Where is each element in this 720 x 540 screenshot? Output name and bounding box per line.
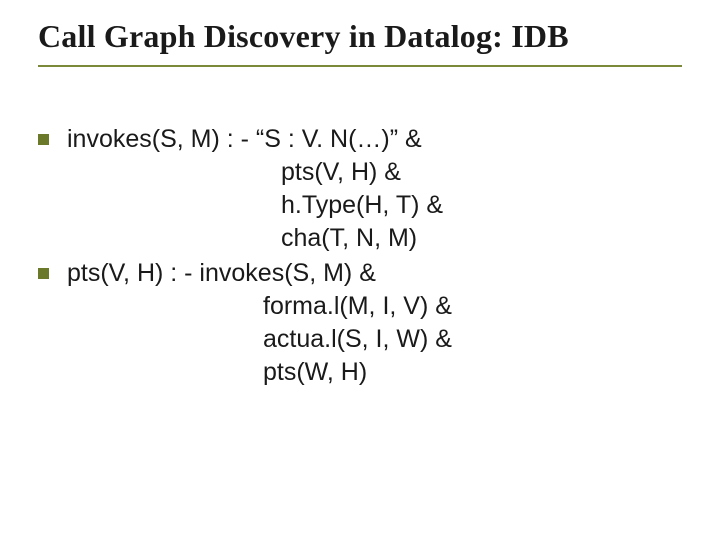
rule-line: forma.l(M, I, V) & <box>67 290 682 323</box>
bullet-text: invokes(S, M) : - “S : V. N(…)” & pts(V,… <box>67 123 682 255</box>
slide-title: Call Graph Discovery in Datalog: IDB <box>38 18 682 67</box>
rule-head: invokes(S, M) : - “S : V. N(…)” & <box>67 123 682 156</box>
bullet-icon <box>38 134 49 145</box>
slide: Call Graph Discovery in Datalog: IDB inv… <box>0 0 720 540</box>
bullet-icon <box>38 268 49 279</box>
rule-head: pts(V, H) : - invokes(S, M) & <box>67 257 682 290</box>
rule-line: pts(V, H) & <box>67 156 682 189</box>
rule-line: actua.l(S, I, W) & <box>67 323 682 356</box>
slide-content: invokes(S, M) : - “S : V. N(…)” & pts(V,… <box>38 123 682 389</box>
rule-line: cha(T, N, M) <box>67 222 682 255</box>
bullet-item: invokes(S, M) : - “S : V. N(…)” & pts(V,… <box>38 123 682 255</box>
bullet-item: pts(V, H) : - invokes(S, M) & forma.l(M,… <box>38 257 682 389</box>
bullet-text: pts(V, H) : - invokes(S, M) & forma.l(M,… <box>67 257 682 389</box>
rule-line: h.Type(H, T) & <box>67 189 682 222</box>
rule-line: pts(W, H) <box>67 356 682 389</box>
